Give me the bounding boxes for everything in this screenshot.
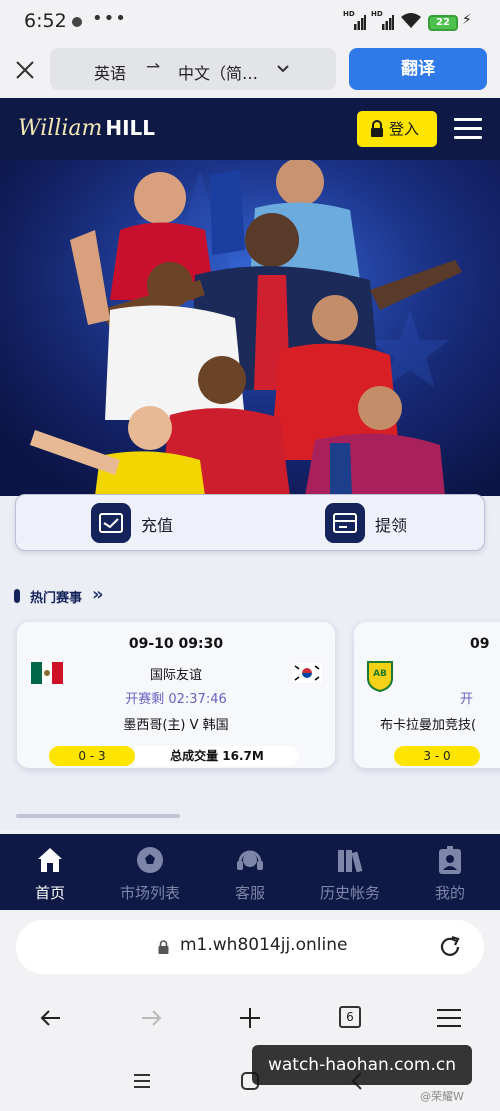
away-team: 韩国: [202, 718, 229, 733]
login-label: 登入: [389, 120, 420, 138]
login-button[interactable]: 登入: [357, 111, 437, 147]
more-arrows-icon[interactable]: »: [92, 584, 104, 605]
tab-market-list-label: 市场列表: [119, 884, 180, 902]
home-team: 布卡拉曼加竞技(: [380, 718, 477, 733]
forward-arrow-icon[interactable]: [138, 1005, 164, 1031]
status-more: •••: [92, 8, 127, 29]
status-bar: 6:52 ••• HD HD 22 ⚡: [0, 0, 500, 44]
hero-banner[interactable]: [0, 160, 500, 496]
watermark-small: @荣耀W: [420, 1090, 464, 1103]
home-icon: [38, 848, 62, 872]
south-korea-flag-icon: [291, 662, 323, 684]
hamburger-menu-icon[interactable]: [454, 118, 482, 140]
chevron-down-icon[interactable]: [276, 58, 290, 78]
match-countdown: 开: [460, 692, 474, 707]
deposit-card-icon: [91, 503, 131, 543]
withdraw-card-icon: [325, 503, 365, 543]
carousel-scroll-indicator: [16, 814, 180, 818]
books-icon: [338, 850, 363, 873]
lock-icon: [371, 120, 383, 137]
tab-customer-service[interactable]: 客服: [200, 834, 300, 910]
section-marker: [14, 589, 20, 603]
charging-icon: ⚡: [462, 12, 472, 28]
soccer-ball-icon: [137, 847, 163, 873]
withdraw-button[interactable]: 提领: [325, 503, 435, 543]
match-datetime: 09: [470, 636, 490, 652]
match-teams: 墨西哥(主) V 韩国: [17, 714, 335, 733]
hot-events-title: 热门赛事: [30, 591, 83, 606]
back-arrow-icon[interactable]: [38, 1005, 64, 1031]
tabs-icon[interactable]: 6: [339, 1006, 361, 1028]
tab-market-list[interactable]: 市场列表: [100, 834, 200, 910]
tab-home[interactable]: 首页: [0, 834, 100, 910]
url-bar[interactable]: m1.wh8014jj.online: [16, 920, 484, 974]
bottom-tab-bar: 首页 市场列表 客服 历史帐务 我的: [0, 834, 500, 910]
match-countdown: 开赛剩 02:37:46: [125, 692, 227, 707]
language-selector[interactable]: 英语 ⇀ 中文（简…: [50, 48, 336, 90]
tab-mine[interactable]: 我的: [400, 834, 500, 910]
status-time: 6:52: [24, 10, 67, 32]
atletico-bucaramanga-crest-icon: AB: [367, 661, 393, 692]
deposit-withdraw-panel: 充值 提领: [15, 494, 485, 551]
target-language[interactable]: 中文（简…: [178, 60, 258, 84]
menu-icon[interactable]: [435, 1005, 463, 1031]
camera-dot-icon: [72, 17, 82, 27]
score-pill[interactable]: 0 - 3: [49, 746, 135, 766]
website-content: William HILL 登入 充值 提领 热门赛事 » 09-10 09:30…: [0, 98, 500, 830]
william-hill-logo[interactable]: William HILL: [18, 116, 155, 144]
tab-home-label: 首页: [34, 884, 65, 902]
tab-customer-service-label: 客服: [234, 884, 265, 902]
watermark: watch-haohan.com.cn: [252, 1045, 472, 1085]
new-tab-plus-icon[interactable]: [237, 1005, 263, 1031]
lock-icon: [158, 940, 169, 954]
reload-icon[interactable]: [436, 933, 464, 961]
signal-icon: [354, 15, 366, 30]
match-league: 国际友谊: [149, 668, 202, 683]
deposit-label: 充值: [141, 516, 174, 535]
wifi-icon: [401, 13, 421, 28]
tab-history-label: 历史帐务: [319, 884, 380, 902]
translate-bar: 英语 ⇀ 中文（简… 翻译: [0, 44, 500, 98]
browser-url-area: m1.wh8014jj.online: [0, 910, 500, 985]
recents-icon[interactable]: [132, 1071, 152, 1091]
deposit-button[interactable]: 充值: [91, 503, 201, 543]
total-volume: 总成交量 16.7M: [135, 746, 299, 766]
browser-navigation-bar: 6: [0, 985, 500, 1051]
score-pill[interactable]: 3 - 0: [394, 746, 480, 766]
site-header: William HILL 登入: [0, 98, 500, 160]
source-language[interactable]: 英语: [94, 60, 126, 84]
battery-icon: 22: [428, 15, 458, 31]
match-card-2[interactable]: 09 AB 开 布卡拉曼加竞技( 3 - 0: [354, 622, 500, 768]
swap-languages-icon[interactable]: ⇀: [146, 57, 160, 77]
close-icon[interactable]: [12, 57, 38, 83]
withdraw-label: 提领: [375, 516, 408, 535]
svg-text:AB: AB: [373, 669, 387, 679]
players-banner-image: [0, 160, 500, 496]
match-card[interactable]: 09-10 09:30 国际友谊 开赛剩 02:37:46 墨西哥(主) V 韩…: [17, 622, 335, 768]
match-datetime: 09-10 09:30: [128, 636, 224, 652]
url-text[interactable]: m1.wh8014jj.online: [180, 935, 347, 955]
translate-button[interactable]: 翻译: [349, 48, 487, 90]
tab-history[interactable]: 历史帐务: [300, 834, 400, 910]
signal-icon-2: [382, 15, 394, 30]
vs-label: V: [189, 718, 199, 733]
profile-badge-icon: [439, 846, 461, 874]
headset-icon: [237, 850, 263, 870]
tab-mine-label: 我的: [434, 884, 465, 902]
home-team: 墨西哥(主): [123, 718, 186, 733]
